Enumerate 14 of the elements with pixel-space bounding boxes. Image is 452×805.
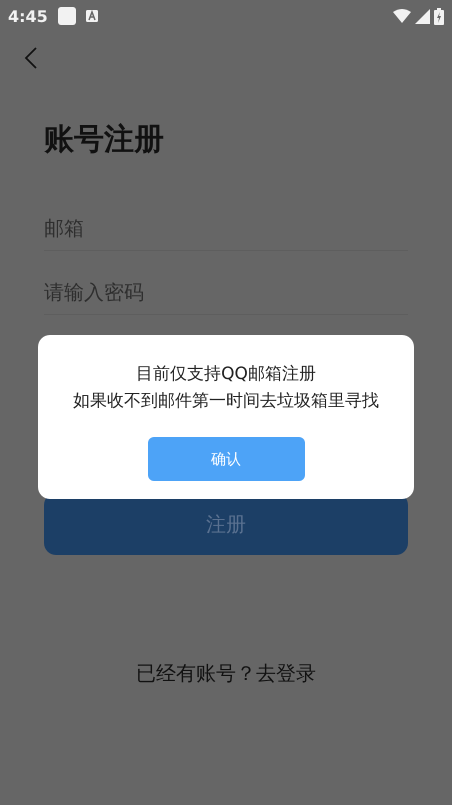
wifi-icon xyxy=(393,9,411,23)
dialog-message: 目前仅支持QQ邮箱注册 xyxy=(136,363,316,386)
page-title: 账号注册 xyxy=(44,121,165,159)
dialog-message: 如果收不到邮件第一时间去垃圾箱里寻找 xyxy=(73,390,379,413)
confirm-button[interactable]: 确认 xyxy=(148,437,304,481)
battery-icon xyxy=(434,8,444,24)
notification-icon xyxy=(86,10,98,22)
input-field[interactable]: 邮箱 xyxy=(44,191,408,251)
input-field[interactable]: 请输入密码 xyxy=(44,255,408,315)
signal-icon xyxy=(415,8,430,24)
notification-icon xyxy=(58,7,76,25)
back-icon[interactable] xyxy=(24,46,38,70)
status-time: 4:45 xyxy=(8,6,48,26)
login-link[interactable]: 已经有账号？去登录 xyxy=(136,661,316,685)
